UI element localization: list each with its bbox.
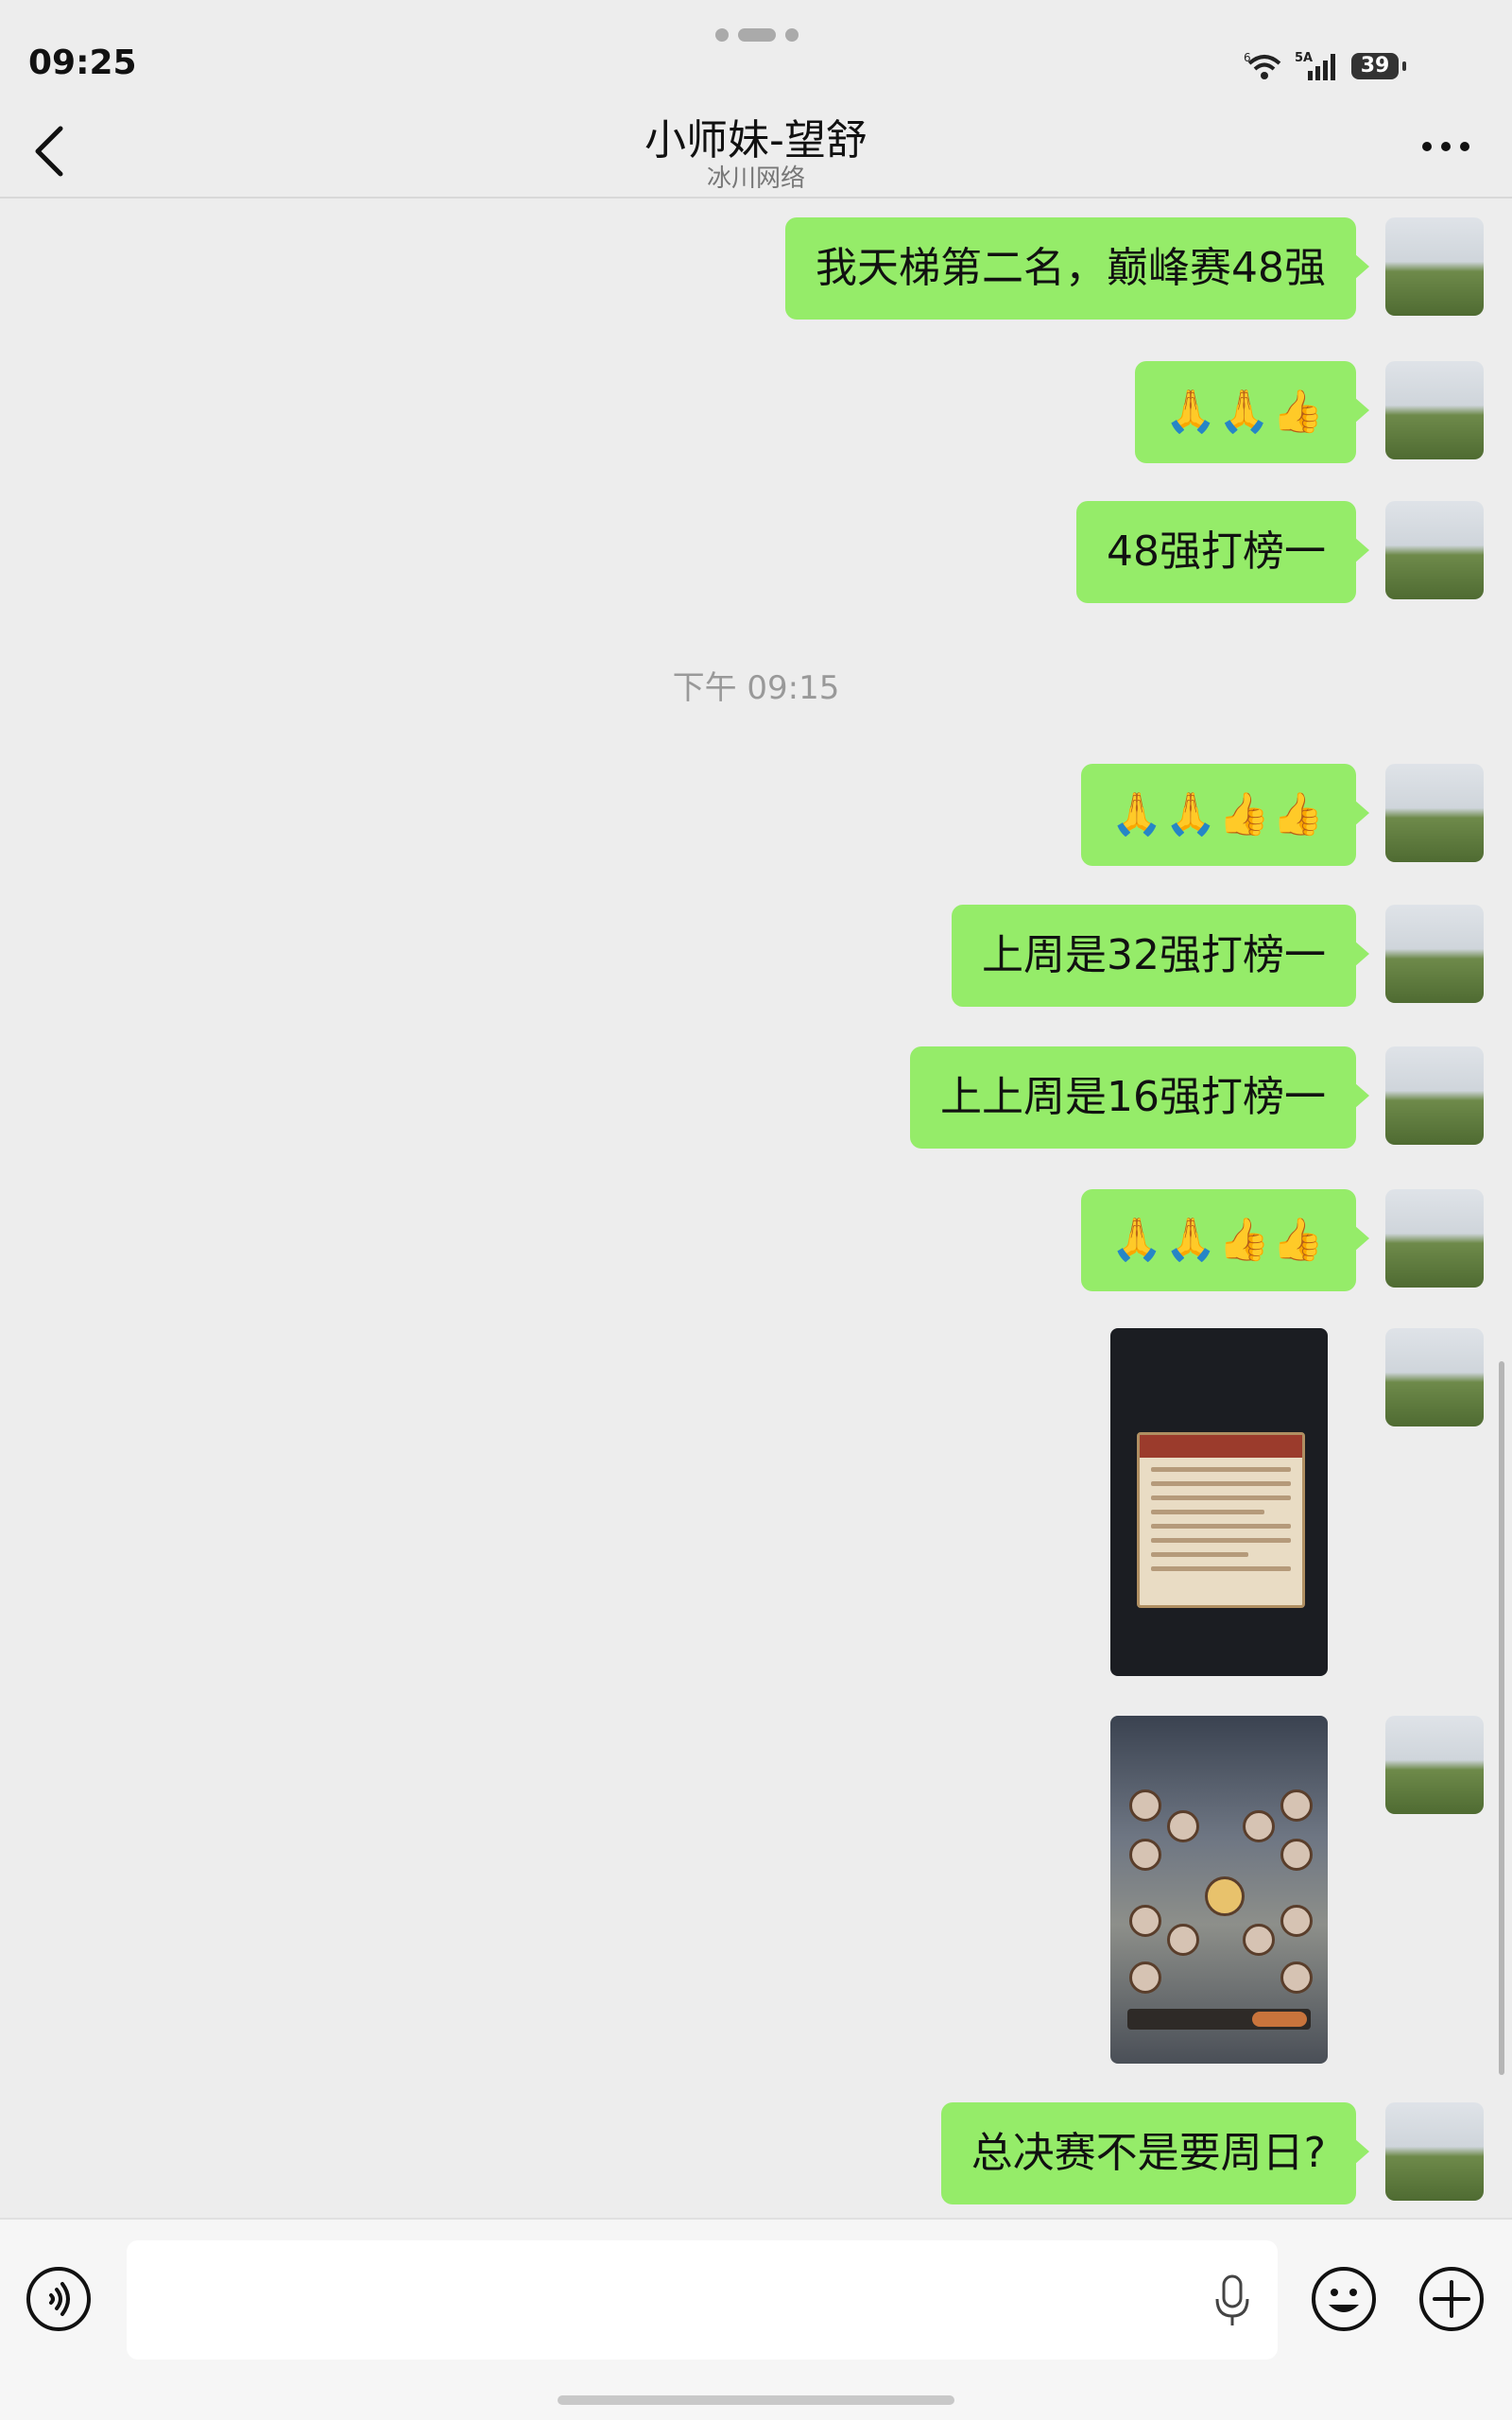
status-icons: 6 5A 39 bbox=[1244, 47, 1406, 85]
message-row bbox=[0, 1716, 1484, 2066]
chat-subtitle: 冰川网络 bbox=[706, 164, 805, 193]
wifi-icon: 6 bbox=[1244, 51, 1281, 79]
message-bubble[interactable]: 我天梯第二名，巅峰赛48强 bbox=[785, 217, 1369, 320]
message-row: 我天梯第二名，巅峰赛48强 bbox=[0, 217, 1484, 321]
image-message[interactable] bbox=[1110, 1328, 1328, 1676]
avatar[interactable] bbox=[1385, 1716, 1484, 1814]
svg-text:5A: 5A bbox=[1295, 51, 1313, 65]
emoji-icon[interactable] bbox=[1310, 2265, 1378, 2333]
more-options-icon[interactable] bbox=[1418, 132, 1474, 161]
message-input[interactable] bbox=[127, 2240, 1278, 2360]
message-bubble[interactable]: 总决赛不是要周日? bbox=[940, 2102, 1370, 2204]
avatar[interactable] bbox=[1385, 361, 1484, 459]
avatar[interactable] bbox=[1385, 2102, 1484, 2201]
window-handle[interactable] bbox=[715, 28, 800, 42]
message-row bbox=[0, 1328, 1484, 1678]
message-bubble[interactable]: 上上周是16强打榜一 bbox=[910, 1046, 1369, 1149]
message-bubble-emoji[interactable]: 🙏🙏👍👍 bbox=[1080, 1189, 1370, 1291]
image-message[interactable] bbox=[1110, 1716, 1328, 2064]
avatar[interactable] bbox=[1385, 1046, 1484, 1145]
message-row: 🙏🙏👍👍 bbox=[0, 764, 1484, 868]
message-row: 上周是32强打榜一 bbox=[0, 905, 1484, 1009]
message-bubble[interactable]: 48强打榜一 bbox=[1076, 501, 1369, 603]
emoji-text: 🙏🙏👍👍 bbox=[1110, 1216, 1326, 1264]
battery-indicator: 39 bbox=[1351, 53, 1406, 79]
avatar[interactable] bbox=[1385, 1189, 1484, 1288]
chat-title[interactable]: 小师妹-望舒 bbox=[0, 106, 1512, 166]
message-row: 总决赛不是要周日? bbox=[0, 2102, 1484, 2206]
voice-input-icon[interactable] bbox=[25, 2265, 93, 2333]
signal-icon: 5A bbox=[1295, 51, 1335, 80]
status-time: 09:25 bbox=[28, 43, 137, 82]
message-row: 上上周是16强打榜一 bbox=[0, 1046, 1484, 1150]
avatar[interactable] bbox=[1385, 905, 1484, 1003]
message-bubble-emoji[interactable]: 🙏🙏👍 bbox=[1134, 361, 1370, 463]
emoji-text: 🙏🙏👍👍 bbox=[1110, 790, 1326, 838]
chat-header: 小师妹-望舒 冰川网络 bbox=[0, 95, 1512, 199]
input-bar bbox=[0, 2218, 1512, 2420]
scrollbar[interactable] bbox=[1499, 1361, 1504, 2075]
avatar[interactable] bbox=[1385, 764, 1484, 862]
chat-screen: 09:25 6 5A 39 小师妹-望舒 冰川网络 我天梯第二名，巅峰赛48强 … bbox=[0, 0, 1512, 2420]
message-row: 🙏🙏👍 bbox=[0, 361, 1484, 465]
message-timestamp: 下午 09:15 bbox=[672, 669, 840, 707]
plus-icon[interactable] bbox=[1418, 2265, 1486, 2333]
avatar[interactable] bbox=[1385, 501, 1484, 599]
microphone-icon[interactable] bbox=[1211, 2273, 1253, 2329]
message-row: 🙏🙏👍👍 bbox=[0, 1189, 1484, 1293]
image-content bbox=[1137, 1432, 1305, 1608]
message-row: 48强打榜一 bbox=[0, 501, 1484, 605]
home-indicator[interactable] bbox=[558, 2395, 954, 2405]
message-bubble-emoji[interactable]: 🙏🙏👍👍 bbox=[1080, 764, 1370, 866]
avatar[interactable] bbox=[1385, 1328, 1484, 1426]
emoji-text: 🙏🙏👍 bbox=[1164, 388, 1326, 436]
avatar[interactable] bbox=[1385, 217, 1484, 316]
message-bubble[interactable]: 上周是32强打榜一 bbox=[952, 905, 1369, 1007]
